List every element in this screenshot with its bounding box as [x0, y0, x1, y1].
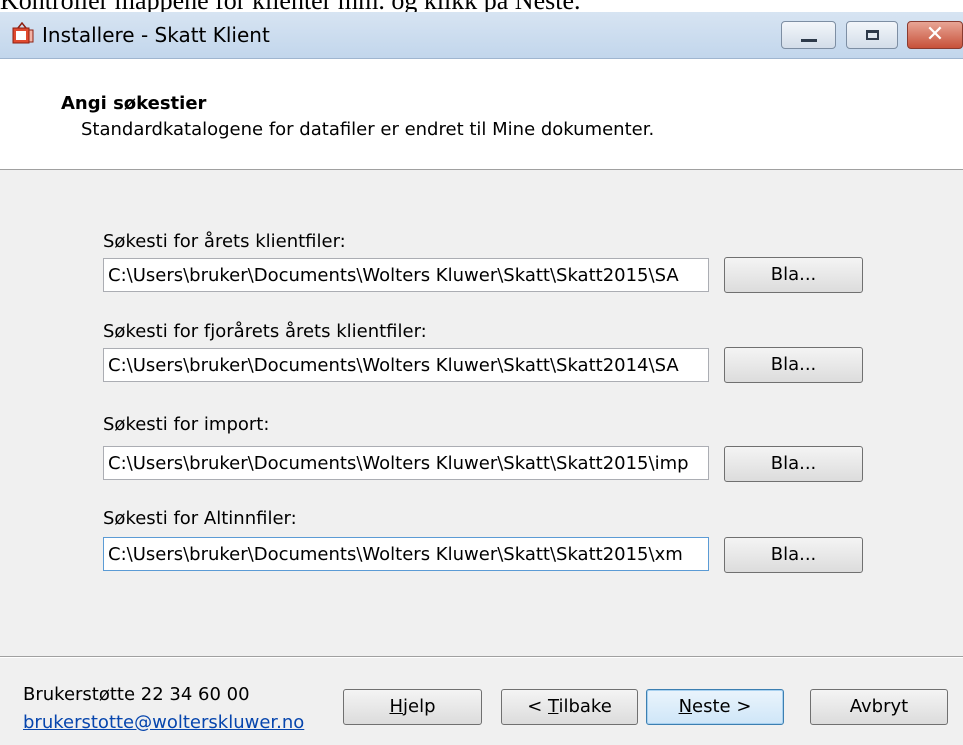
minimize-icon: [800, 38, 817, 42]
path-input-current-year[interactable]: C:\Users\bruker\Documents\Wolters Kluwer…: [103, 258, 709, 292]
next-mnemonic: N: [678, 696, 693, 717]
window-title: Installere - Skatt Klient: [42, 23, 270, 47]
installer-app-icon: [12, 22, 34, 44]
wizard-header: Angi søkestier Standardkatalogene for da…: [0, 59, 963, 170]
path-input-import[interactable]: C:\Users\bruker\Documents\Wolters Kluwer…: [103, 446, 709, 480]
path-label-import: Søkesti for import:: [103, 414, 270, 435]
browse-button-import[interactable]: Bla...: [724, 446, 863, 482]
cancel-button[interactable]: Avbryt: [810, 689, 948, 725]
installer-window: Installere - Skatt Klient ✕ Angi søkesti…: [0, 12, 963, 745]
footer-divider: [0, 656, 963, 658]
support-phone: Brukerstøtte 22 34 60 00: [23, 684, 250, 705]
help-mnemonic: H: [389, 696, 404, 717]
close-button[interactable]: ✕: [907, 21, 963, 49]
help-label: jelp: [403, 696, 436, 717]
title-bar[interactable]: Installere - Skatt Klient ✕: [0, 12, 963, 59]
maximize-button[interactable]: [846, 21, 898, 49]
browse-button-current-year[interactable]: Bla...: [724, 257, 863, 293]
support-email-link[interactable]: brukerstotte@wolterskluwer.no: [23, 712, 304, 733]
path-label-previous-year: Søkesti for fjorårets årets klientfiler:: [103, 321, 427, 342]
step-subtitle: Standardkatalogene for datafiler er endr…: [81, 119, 655, 140]
browse-button-previous-year[interactable]: Bla...: [724, 347, 863, 383]
back-mnemonic: T: [548, 696, 559, 717]
next-button[interactable]: Neste >: [646, 689, 784, 725]
next-label: este >: [692, 696, 752, 717]
step-title: Angi søkestier: [61, 93, 207, 114]
path-label-current-year: Søkesti for årets klientfiler:: [103, 231, 346, 252]
path-input-altinn[interactable]: C:\Users\bruker\Documents\Wolters Kluwer…: [103, 537, 709, 571]
back-label: ilbake: [558, 696, 612, 717]
path-input-previous-year[interactable]: C:\Users\bruker\Documents\Wolters Kluwer…: [103, 348, 709, 382]
help-button[interactable]: Hjelp: [343, 689, 482, 725]
path-label-altinn: Søkesti for Altinnfiler:: [103, 508, 297, 529]
browse-button-altinn[interactable]: Bla...: [724, 537, 863, 573]
minimize-button[interactable]: [781, 21, 836, 49]
back-button[interactable]: < Tilbake: [501, 689, 638, 725]
close-icon: ✕: [925, 22, 945, 47]
maximize-icon: [865, 30, 879, 40]
back-prefix: <: [527, 696, 549, 717]
